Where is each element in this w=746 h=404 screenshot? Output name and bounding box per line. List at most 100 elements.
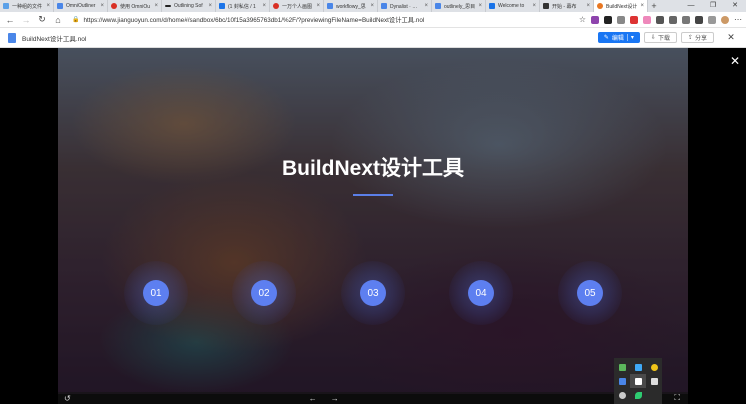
a-icon[interactable] [614, 374, 630, 388]
maximize-button[interactable]: ❐ [702, 0, 724, 12]
tab-close-icon[interactable]: × [640, 3, 644, 9]
extension-icon[interactable] [630, 15, 638, 24]
browser-tab-active[interactable]: BuildNext设计 × [594, 0, 648, 12]
tab-close-icon[interactable]: × [478, 3, 482, 9]
tab-close-icon[interactable]: × [586, 3, 590, 9]
edit-label: 编辑 [611, 36, 624, 42]
minimize-button[interactable]: — [680, 0, 702, 12]
extension-icon[interactable] [682, 15, 690, 24]
document-icon [3, 3, 9, 9]
browser-tab[interactable]: outlinely_思目 × [432, 0, 486, 12]
tab-title: outlinely_思目 [444, 3, 476, 10]
url-field[interactable]: 🔒 https://www.jianguoyun.com/d/home#/san… [68, 14, 575, 26]
home-button[interactable]: ⌂ [52, 15, 64, 25]
share-button[interactable]: ⇪ 分享 [680, 32, 714, 43]
sync-icon[interactable] [614, 388, 630, 402]
extension-icon[interactable] [604, 15, 612, 24]
back-button[interactable]: ← [4, 15, 16, 25]
file-icon [8, 32, 16, 43]
extension-icon[interactable] [591, 15, 599, 24]
slide-node[interactable]: 03 [341, 261, 405, 325]
star-icon[interactable]: ☆ [579, 15, 586, 24]
empty-slot [646, 388, 662, 402]
zhihu-icon [219, 3, 225, 9]
browser-tab[interactable]: 开始 - 幕布 × [540, 0, 594, 12]
url-text: https://www.jianguoyun.com/d/home#/sandb… [83, 17, 425, 24]
browser-tab[interactable]: 一万个人画图 × [270, 0, 324, 12]
share-label: 分享 [694, 36, 707, 42]
outline-icon [489, 3, 495, 9]
close-window-button[interactable]: ✕ [724, 0, 746, 12]
slide-node[interactable]: 01 [124, 261, 188, 325]
system-tray-popup [614, 358, 662, 404]
new-tab-button[interactable]: + [648, 0, 660, 12]
fullscreen-icon[interactable]: ⛶ [674, 393, 680, 403]
slide-node[interactable]: 04 [449, 261, 513, 325]
jianguoyun-icon [381, 3, 387, 9]
blue-app-icon[interactable] [630, 360, 646, 374]
menu-icon[interactable]: ⋯ [734, 15, 742, 24]
node-number: 02 [251, 280, 277, 306]
leaf-icon[interactable] [630, 388, 646, 402]
green-app-icon[interactable] [614, 360, 630, 374]
close-icon[interactable]: ✕ [730, 54, 740, 68]
jianguoyun-icon [327, 3, 333, 9]
tab-close-icon[interactable]: × [532, 3, 536, 9]
node-number: 03 [360, 280, 386, 306]
browser-tab[interactable]: 一种组的文件 × [0, 0, 54, 12]
previous-icon[interactable]: ← [309, 394, 317, 403]
share-icon: ⇪ [687, 35, 693, 41]
extension-icon[interactable] [695, 15, 703, 24]
window-controls: — ❐ ✕ [680, 0, 746, 12]
extension-icon[interactable] [656, 15, 664, 24]
node-number: 01 [143, 280, 169, 306]
slide: BuildNext设计工具 01 02 03 04 05 [58, 48, 688, 394]
extension-icon[interactable] [669, 15, 677, 24]
tab-title: Dynalist · 看一 [390, 3, 422, 10]
slide-node[interactable]: 02 [232, 261, 296, 325]
download-label: 下载 [657, 36, 670, 42]
tab-close-icon[interactable]: × [424, 3, 428, 9]
tab-title: workflowy_思 [336, 3, 366, 10]
tab-close-icon[interactable]: × [316, 3, 320, 9]
title-underline [353, 194, 393, 196]
tab-close-icon[interactable]: × [208, 3, 212, 9]
tab-close-icon[interactable]: × [370, 3, 374, 9]
tab-strip: 一种组的文件 × OmniOutliner × 使用 OmniOu × Outlini… [0, 0, 746, 12]
browser-tab[interactable]: Outlining Sof × [162, 0, 216, 12]
chevron-down-icon[interactable]: ▾ [626, 34, 634, 41]
next-icon[interactable]: → [331, 394, 339, 403]
browser-tab[interactable]: (1 封私信 / 1 × [216, 0, 270, 12]
reload-button[interactable]: ↻ [36, 14, 48, 25]
file-name: BuildNext设计工具.nol [22, 35, 87, 43]
edit-button[interactable]: ✎ 编辑 ▾ [597, 32, 640, 43]
tab-close-icon[interactable]: × [100, 3, 104, 9]
slide-node[interactable]: 05 [558, 261, 622, 325]
forward-button[interactable]: → [20, 15, 32, 25]
tab-title: OmniOutliner [66, 3, 96, 9]
presentation-viewer: BuildNext设计工具 01 02 03 04 05 ✕ ↺ ← → ⛶ [0, 48, 746, 404]
tab-close-icon[interactable]: × [262, 3, 266, 9]
rotate-icon[interactable]: ↺ [64, 394, 71, 403]
tab-close-icon[interactable]: × [154, 3, 158, 9]
browser-tab[interactable]: Dynalist · 看一 × [378, 0, 432, 12]
profile-icon[interactable] [721, 15, 729, 24]
window-icon[interactable] [646, 374, 662, 388]
tab-close-icon[interactable]: × [46, 3, 50, 9]
browser-tab[interactable]: OmniOutliner × [54, 0, 108, 12]
browser-tab[interactable]: 使用 OmniOu × [108, 0, 162, 12]
download-button[interactable]: ⇩ 下载 [643, 32, 677, 43]
bookmark-icon[interactable] [630, 374, 646, 388]
browser-tab[interactable]: workflowy_思 × [324, 0, 378, 12]
browser-tab[interactable]: Welcome to × [486, 0, 540, 12]
viewer-controls: ↺ ← → ⛶ [58, 392, 688, 404]
chat-icon[interactable] [646, 360, 662, 374]
node-number: 04 [468, 280, 494, 306]
tab-title: 一万个人画图 [282, 3, 313, 10]
extension-icon[interactable] [708, 15, 716, 24]
extension-icon[interactable] [617, 15, 625, 24]
tab-title: 使用 OmniOu [120, 3, 151, 10]
extension-icon[interactable] [643, 15, 651, 24]
close-preview-button[interactable]: ✕ [724, 32, 738, 43]
tab-title: Outlining Sof [174, 3, 203, 9]
